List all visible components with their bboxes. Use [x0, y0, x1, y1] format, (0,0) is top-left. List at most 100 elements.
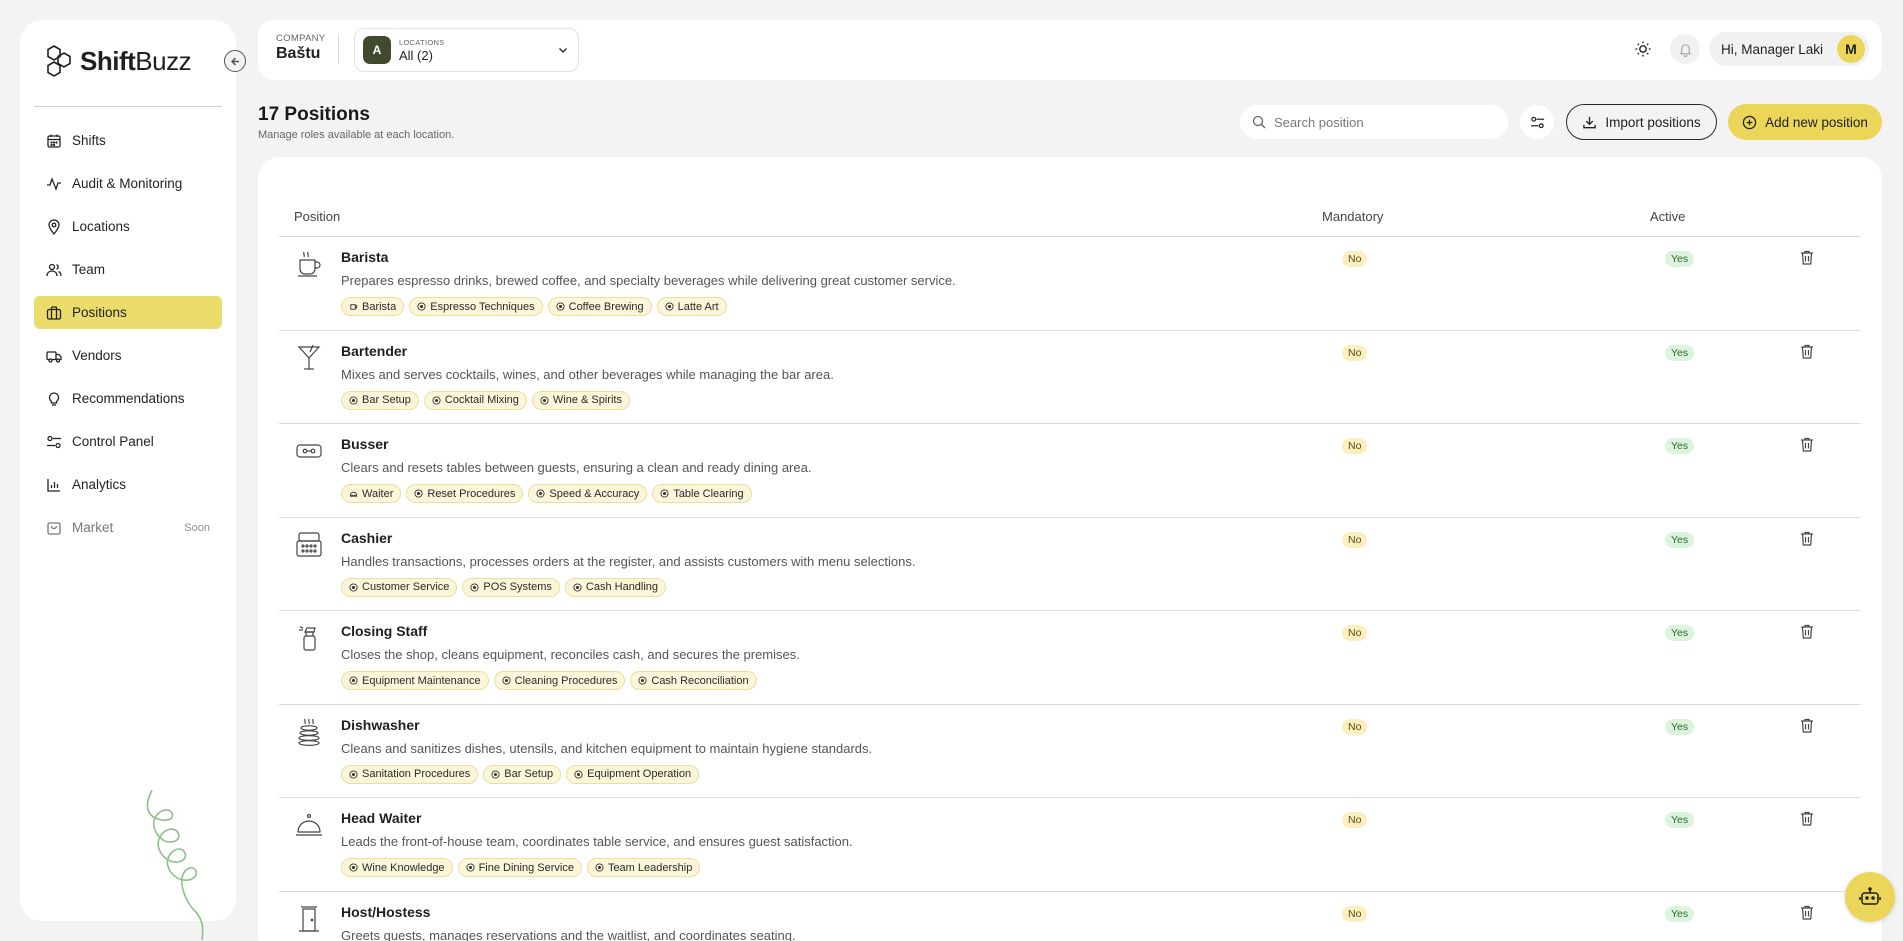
- sidebar-item-label: Positions: [72, 305, 127, 320]
- target-icon: [470, 582, 479, 592]
- app-logo[interactable]: ShiftBuzz: [44, 44, 192, 78]
- position-description: Prepares espresso drinks, brewed coffee,…: [341, 273, 956, 288]
- robot-icon: [1859, 887, 1881, 905]
- sidebar-item-label: Audit & Monitoring: [72, 176, 183, 191]
- trash-icon[interactable]: [1799, 717, 1815, 734]
- sidebar-item-team[interactable]: Team: [34, 253, 222, 286]
- collapse-sidebar-button[interactable]: [224, 50, 246, 72]
- sidebar-item-analytics[interactable]: Analytics: [34, 468, 222, 501]
- table-row[interactable]: Busser Clears and resets tables between …: [279, 424, 1861, 518]
- trash-icon[interactable]: [1799, 249, 1815, 266]
- skill-tag: Coffee Brewing: [547, 297, 652, 316]
- trash-icon[interactable]: [1799, 904, 1815, 921]
- bar-chart-icon: [47, 478, 60, 492]
- sidebar-item-vendors[interactable]: Vendors: [34, 339, 222, 372]
- skill-tags: Customer Service POS Systems Cash Handli…: [341, 577, 667, 597]
- skill-tag: Barista: [341, 297, 405, 316]
- filter-button[interactable]: [1520, 105, 1554, 139]
- sun-icon[interactable]: [1634, 40, 1652, 58]
- table-row[interactable]: Bartender Mixes and serves cocktails, wi…: [279, 331, 1861, 424]
- position-title: Dishwasher: [341, 716, 420, 733]
- lightbulb-icon: [48, 391, 60, 406]
- active-badge: Yes: [1665, 718, 1695, 735]
- locations-label: LOCATIONS: [399, 37, 445, 47]
- skill-tag: Fine Dining Service: [457, 858, 582, 877]
- sidebar-item-label: Analytics: [72, 477, 127, 492]
- cocktail-glass-icon: [297, 344, 321, 370]
- target-icon: [417, 302, 426, 311]
- search-input[interactable]: [1274, 114, 1484, 130]
- page-title: 17 Positions: [258, 104, 370, 125]
- column-header-active[interactable]: Active: [1650, 209, 1685, 224]
- add-new-position-button[interactable]: Add new position: [1728, 104, 1882, 140]
- logo-divider: [34, 106, 222, 107]
- target-icon: [349, 676, 358, 685]
- table-row[interactable]: Barista Prepares espresso drinks, brewed…: [279, 237, 1861, 331]
- truck-icon: [46, 350, 62, 363]
- target-icon: [665, 302, 674, 311]
- trash-icon[interactable]: [1799, 530, 1815, 547]
- table-row[interactable]: Cashier Handles transactions, processes …: [279, 518, 1861, 611]
- sidebar-item-market[interactable]: Market Soon: [34, 511, 222, 544]
- sidebar-item-positions[interactable]: Positions: [34, 296, 222, 329]
- notifications-button[interactable]: [1670, 34, 1700, 64]
- sidebar-item-locations[interactable]: Locations: [34, 210, 222, 243]
- target-icon: [349, 582, 358, 592]
- map-pin-icon: [48, 218, 60, 235]
- locations-select[interactable]: A LOCATIONS All (2): [354, 28, 579, 72]
- arrow-left-icon: [230, 56, 239, 66]
- column-header-position[interactable]: Position: [294, 209, 340, 224]
- target-icon: [466, 863, 475, 872]
- sidebar-item-shifts[interactable]: Shifts: [34, 124, 222, 157]
- trash-icon[interactable]: [1799, 810, 1815, 827]
- column-header-mandatory[interactable]: Mandatory: [1322, 209, 1383, 224]
- mandatory-badge: No: [1342, 625, 1368, 641]
- positions-list: Barista Prepares espresso drinks, brewed…: [279, 237, 1861, 941]
- mandatory-badge: No: [1342, 812, 1368, 828]
- topbar-divider: [338, 34, 339, 64]
- table-row[interactable]: Closing Staff Closes the shop, cleans eq…: [279, 611, 1861, 705]
- trash-icon[interactable]: [1799, 436, 1815, 453]
- skill-tags: Sanitation Procedures Bar Setup Equipmen…: [341, 764, 700, 784]
- trash-icon[interactable]: [1799, 623, 1815, 640]
- sidebar-item-label: Recommendations: [72, 391, 185, 406]
- position-title: Host/Hostess: [341, 903, 431, 920]
- target-icon: [349, 863, 358, 872]
- skill-tags: Equipment Maintenance Cleaning Procedure…: [341, 671, 757, 690]
- coffee-cup-icon: [298, 251, 321, 277]
- active-badge: Yes: [1665, 251, 1695, 267]
- position-title: Cashier: [341, 529, 393, 546]
- mandatory-badge: No: [1342, 251, 1368, 267]
- mandatory-badge: No: [1342, 718, 1368, 735]
- skill-tags: Wine Knowledge Fine Dining Service Team …: [341, 858, 701, 877]
- locations-text: LOCATIONS All (2): [399, 38, 444, 63]
- chevron-down-icon: [558, 47, 568, 54]
- table-row[interactable]: Host/Hostess Greets guests, manages rese…: [279, 892, 1861, 941]
- company-label: COMPANY: [276, 33, 326, 44]
- sidebar-item-audit-monitoring[interactable]: Audit & Monitoring: [34, 167, 222, 200]
- trash-icon[interactable]: [1799, 343, 1815, 360]
- top-bar: COMPANY Baštu A LOCATIONS All (2) Hi, Ma…: [258, 20, 1882, 80]
- sidebar-item-recommendations[interactable]: Recommendations: [34, 382, 222, 415]
- table-row[interactable]: Dishwasher Cleans and sanitizes dishes, …: [279, 705, 1861, 798]
- mandatory-badge: No: [1342, 438, 1368, 454]
- import-positions-button[interactable]: Import positions: [1566, 104, 1717, 140]
- skill-tag: Cash Reconciliation: [630, 671, 757, 690]
- sidebar-item-label: Control Panel: [72, 434, 154, 449]
- target-icon: [536, 489, 545, 498]
- user-menu[interactable]: Hi, Manager Laki M: [1709, 32, 1869, 66]
- active-badge: Yes: [1665, 344, 1695, 361]
- user-greeting: Hi, Manager Laki: [1721, 41, 1824, 57]
- mandatory-badge: No: [1342, 905, 1368, 922]
- avatar: M: [1837, 35, 1865, 63]
- search-icon: [1252, 115, 1266, 129]
- skill-tag: Bar Setup: [341, 390, 419, 410]
- target-icon: [540, 395, 549, 405]
- position-description: Clears and resets tables between guests,…: [341, 460, 812, 475]
- skill-tags: Waiter Reset Procedures Speed & Accuracy…: [341, 484, 752, 503]
- sidebar-item-control-panel[interactable]: Control Panel: [34, 425, 222, 458]
- decorative-squiggle: [146, 790, 204, 940]
- table-row[interactable]: Head Waiter Leads the front-of-house tea…: [279, 798, 1861, 892]
- locations-avatar: A: [363, 36, 391, 64]
- assistant-bot-button[interactable]: [1845, 872, 1895, 922]
